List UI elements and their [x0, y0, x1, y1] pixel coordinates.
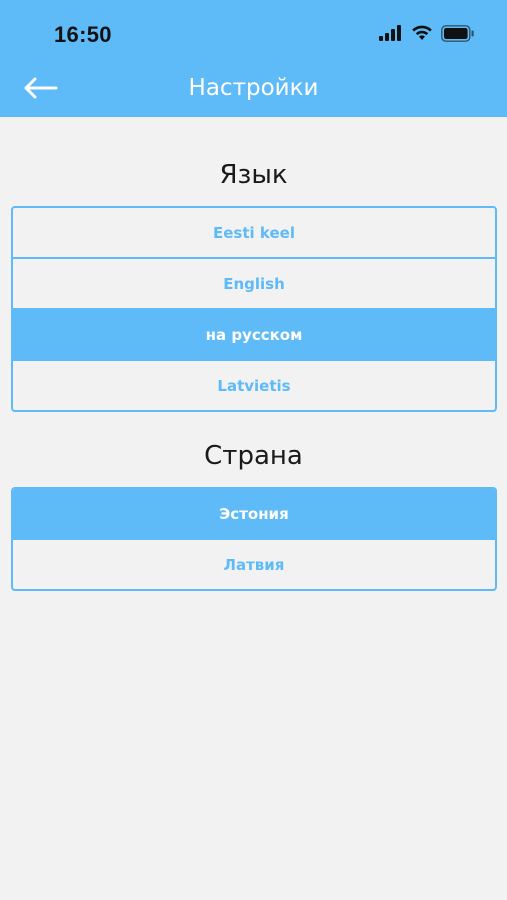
- country-options: Эстония Латвия: [11, 487, 497, 591]
- country-section-title: Страна: [204, 441, 303, 471]
- status-time: 16:50: [54, 22, 112, 47]
- country-option-estonia[interactable]: Эстония: [13, 489, 495, 538]
- language-option-english[interactable]: English: [13, 257, 495, 308]
- status-icons: [379, 24, 475, 46]
- language-option-latvian[interactable]: Latvietis: [13, 359, 495, 410]
- language-section-title: Язык: [219, 160, 288, 190]
- country-option-latvia[interactable]: Латвия: [13, 538, 495, 589]
- cellular-signal-icon: [379, 25, 403, 45]
- wifi-icon: [411, 25, 433, 45]
- language-options: Eesti keel English на русском Latvietis: [11, 206, 497, 412]
- language-option-russian[interactable]: на русском: [13, 308, 495, 359]
- app-header: 16:50 Настройки: [0, 0, 507, 117]
- battery-icon: [441, 24, 475, 46]
- page-title: Настройки: [188, 75, 319, 101]
- language-option-estonian[interactable]: Eesti keel: [13, 208, 495, 257]
